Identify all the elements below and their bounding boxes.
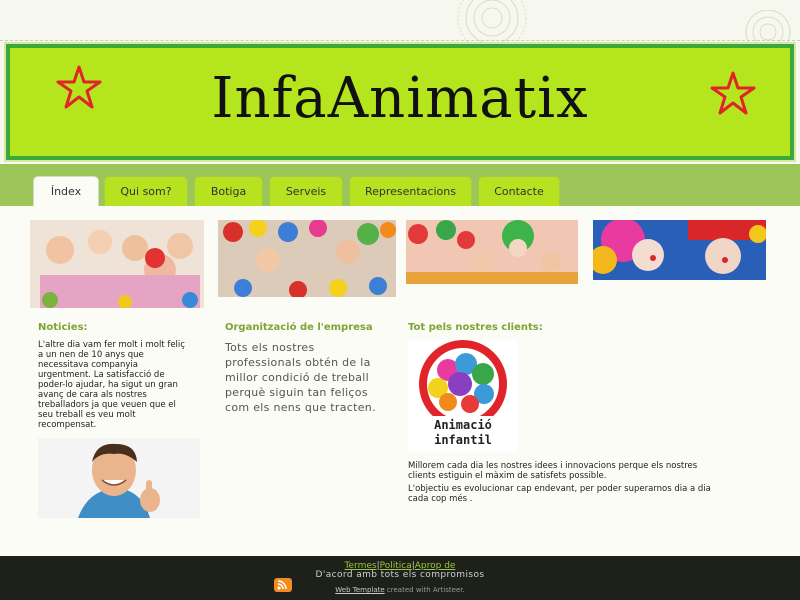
star-icon	[710, 71, 756, 115]
credit-text: created with Artisteer.	[384, 586, 465, 594]
text-line: treballadors ja que veuen que el	[38, 400, 176, 410]
tab-index[interactable]: Índex	[33, 176, 99, 206]
text-line: necessitava companyia	[38, 360, 138, 370]
site-title: InfaAnimatix	[211, 66, 589, 131]
org-title: Organització de l'empresa	[225, 322, 373, 333]
text-line: professionals obtén de la	[225, 356, 371, 369]
text-line: millor condició de treball	[225, 371, 369, 384]
tab-representacions[interactable]: Representacions	[349, 176, 472, 206]
site-header: InfaAnimatix	[6, 44, 794, 160]
text-line: Tots els nostres	[225, 341, 315, 354]
decorative-circles	[457, 0, 527, 50]
text-line: poder-lo ajudar, ha sigut un gran	[38, 380, 178, 390]
news-text: L'altre dia vam fer molt i molt feliç a …	[38, 340, 208, 430]
animacio-infantil-logo: Animació infantil	[408, 340, 518, 452]
text-line: cada cop més .	[408, 494, 473, 504]
text-line: recompensat.	[38, 420, 97, 430]
text-line: Millorem cada dia les nostres idees i in…	[408, 461, 698, 471]
tab-serveis[interactable]: Serveis	[269, 176, 343, 206]
divider	[0, 40, 800, 41]
tab-qui-som[interactable]: Qui som?	[104, 176, 188, 206]
footer-tagline: D'acord amb tots els compromisos	[315, 570, 485, 580]
text-line: L'objectiu es evolucionar cap endevant, …	[408, 484, 711, 494]
org-text: Tots els nostres professionals obtén de …	[225, 340, 385, 415]
footer-credit: Web Template created with Artisteer.	[0, 586, 800, 594]
svg-text:infantil: infantil	[434, 433, 492, 447]
text-line: L'altre dia vam fer molt i molt feliç	[38, 340, 185, 350]
text-line: perquè siguin tan feliços	[225, 386, 368, 399]
web-template-link[interactable]: Web Template	[335, 586, 384, 594]
text-line: clients estiguin el màxim de satisfets p…	[408, 471, 607, 481]
smiling-boy-photo	[38, 438, 200, 518]
text-line: seu treball es veu molt	[38, 410, 136, 420]
clients-title: Tot pels nostres clients:	[408, 322, 543, 333]
clients-text-2: L'objectiu es evolucionar cap endevant, …	[408, 484, 778, 504]
tab-contacte[interactable]: Contacte	[478, 176, 560, 206]
clown-party-photo	[406, 220, 578, 284]
svg-text:Animació: Animació	[434, 418, 492, 432]
clients-text-1: Millorem cada dia les nostres idees i in…	[408, 461, 778, 481]
tab-botiga[interactable]: Botiga	[194, 176, 263, 206]
text-line: urgentment. La satisfacció de	[38, 370, 165, 380]
text-line: avanç de cara als nostres	[38, 390, 147, 400]
text-line: com els nens que tracten.	[225, 401, 376, 414]
news-title: Noticies:	[38, 322, 88, 333]
balloon-party-photo	[218, 220, 396, 297]
party-kids-photo	[30, 220, 204, 308]
text-line: a un nen de 10 anys que	[38, 350, 144, 360]
clowns-photo	[593, 220, 766, 280]
